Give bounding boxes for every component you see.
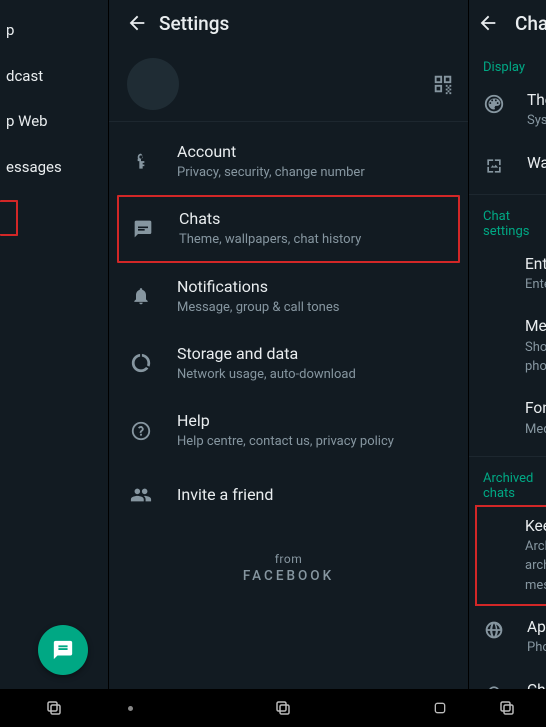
bell-icon <box>127 286 155 306</box>
data-usage-icon <box>127 352 155 374</box>
overflow-menu-screen: p dcast p Web essages <box>0 0 108 727</box>
new-chat-fab[interactable] <box>38 625 88 675</box>
system-nav-c <box>468 689 546 727</box>
footer-from: from <box>109 552 468 566</box>
arrow-left-icon <box>126 12 148 34</box>
row-subtitle: Theme, wallpapers, chat history <box>179 232 361 248</box>
system-nav-b <box>108 689 468 727</box>
chats-item-theme[interactable]: Them System <box>469 79 546 142</box>
chats-item-enter-is-send[interactable]: Enter Enter k <box>469 243 546 306</box>
row-title: Help <box>177 411 394 431</box>
menu-item-settings-highlight[interactable] <box>0 200 18 236</box>
row-title: Media <box>525 317 546 336</box>
menu-item-whatsapp-web[interactable]: p Web <box>0 99 108 145</box>
chats-settings-screen: Chat Display Them System Wallp Chat sett… <box>468 0 546 727</box>
section-display: Display <box>469 46 546 79</box>
back-button[interactable] <box>117 12 157 34</box>
row-title: Chats <box>179 209 361 229</box>
row-title: Font s <box>525 399 546 418</box>
theme-icon <box>481 91 507 115</box>
row-title: Invite a friend <box>177 485 273 505</box>
arrow-left-icon <box>477 12 499 34</box>
page-title: Settings <box>159 12 229 35</box>
row-subtitle: Privacy, security, change number <box>177 165 365 181</box>
menu-item-new-group[interactable]: p <box>0 8 108 54</box>
page-title: Chat <box>515 12 546 35</box>
row-subtitle: Mediur <box>525 422 546 438</box>
appbar: Settings <box>109 0 468 46</box>
wallpaper-icon <box>481 154 507 176</box>
row-subtitle: Network usage, auto-download <box>177 367 356 383</box>
row-title: Enter <box>525 255 546 274</box>
profile-name <box>193 74 418 94</box>
chats-item-keep-archived[interactable]: Keep c Archive archive messa <box>477 507 546 604</box>
row-title: Account <box>177 142 365 162</box>
settings-item-chats[interactable]: Chats Theme, wallpapers, chat history <box>119 197 458 260</box>
menu-item-starred-messages[interactable]: essages <box>0 145 108 191</box>
recents-icon[interactable] <box>45 699 63 717</box>
settings-screen: Settings Account Privacy, security, chan… <box>108 0 468 727</box>
home-icon[interactable] <box>432 700 448 716</box>
chats-item-app-language[interactable]: App L Phone' <box>469 606 546 669</box>
footer: from FACEBOOK <box>109 526 468 604</box>
menu-item-new-broadcast[interactable]: dcast <box>0 54 108 100</box>
section-chat-settings: Chat settings <box>469 195 546 243</box>
overflow-menu: p dcast p Web essages <box>0 0 108 236</box>
row-title: Storage and data <box>177 344 356 364</box>
row-subtitle2: phone' <box>525 359 546 375</box>
section-archived-chats: Archived chats <box>469 457 546 505</box>
row-subtitle2: archive <box>525 558 546 574</box>
help-icon <box>127 420 155 442</box>
row-subtitle: Message, group & call tones <box>177 300 339 316</box>
qr-code-icon[interactable] <box>432 73 454 95</box>
row-subtitle: Archive <box>525 539 546 555</box>
settings-item-storage[interactable]: Storage and data Network usage, auto-dow… <box>109 330 468 397</box>
settings-item-invite[interactable]: Invite a friend <box>109 464 468 526</box>
recents-icon[interactable] <box>498 699 516 717</box>
row-title: Wallp <box>527 154 546 173</box>
row-title: Notifications <box>177 277 339 297</box>
settings-list: Account Privacy, security, change number… <box>109 122 468 526</box>
row-subtitle: System <box>527 113 546 129</box>
row-subtitle: Help centre, contact us, privacy policy <box>177 434 394 450</box>
row-subtitle: Phone' <box>527 640 546 656</box>
globe-icon <box>481 618 507 640</box>
row-title: Keep c <box>525 517 546 536</box>
settings-item-help[interactable]: Help Help centre, contact us, privacy po… <box>109 397 468 464</box>
row-title: App L <box>527 618 546 637</box>
chats-item-wallpaper[interactable]: Wallp <box>469 142 546 188</box>
chats-item-font-size[interactable]: Font s Mediur <box>469 387 546 450</box>
people-icon <box>127 484 155 506</box>
highlight-keep-archived: Keep c Archive archive messa <box>475 505 546 606</box>
back-button[interactable] <box>477 12 499 34</box>
appbar: Chat <box>469 0 546 46</box>
chat-icon <box>129 219 157 239</box>
row-subtitle: Enter k <box>525 277 546 293</box>
settings-item-notifications[interactable]: Notifications Message, group & call tone… <box>109 263 468 330</box>
profile-row[interactable] <box>109 46 468 122</box>
row-subtitle: Show n <box>525 340 546 356</box>
nav-dot <box>128 706 133 711</box>
highlight-chats: Chats Theme, wallpapers, chat history <box>117 195 460 262</box>
chat-icon <box>52 639 74 661</box>
footer-brand: FACEBOOK <box>109 568 468 584</box>
system-nav-a <box>0 689 108 727</box>
chats-item-media-visibility[interactable]: Media Show n phone' <box>469 305 546 387</box>
avatar <box>127 58 179 110</box>
row-title: Them <box>527 91 546 110</box>
settings-item-account[interactable]: Account Privacy, security, change number <box>109 128 468 195</box>
key-icon <box>127 152 155 172</box>
row-subtitle3: messa <box>525 578 546 594</box>
recents-icon[interactable] <box>274 699 292 717</box>
